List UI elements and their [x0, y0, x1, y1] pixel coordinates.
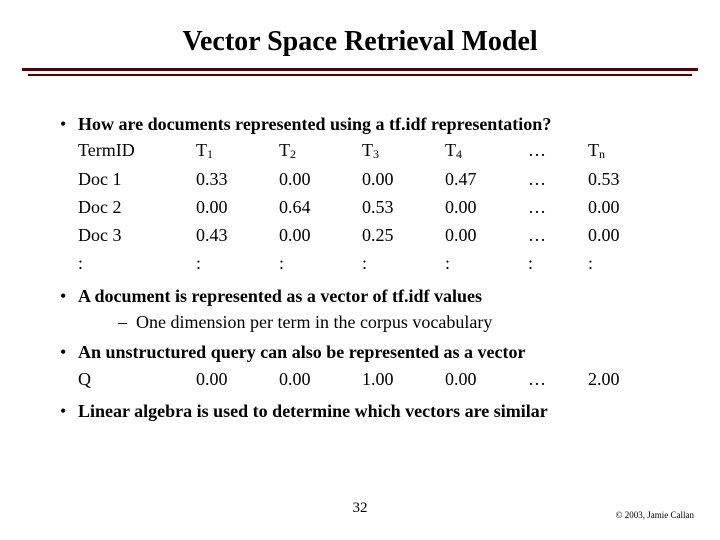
row-label: Doc 1: [78, 165, 196, 193]
bullet-1: • How are documents represented using a …: [60, 112, 680, 136]
header-t2: T2: [279, 136, 362, 164]
cell: :: [588, 249, 648, 277]
cell: 0.00: [445, 193, 528, 221]
bullet-icon: •: [60, 399, 78, 423]
page-number: 32: [0, 500, 720, 517]
bullet-icon: •: [60, 340, 78, 364]
header-t3: T3: [362, 136, 445, 164]
header-t1: T1: [196, 136, 279, 164]
cell: 0.00: [279, 221, 362, 249]
row-label: Doc 2: [78, 193, 196, 221]
cell: 0.00: [279, 165, 362, 193]
header-t4: T4: [445, 136, 528, 164]
cell: 0.00: [588, 193, 648, 221]
cell-dots: …: [528, 193, 588, 221]
cell: 0.00: [196, 365, 279, 393]
bullet-4-text: Linear algebra is used to determine whic…: [78, 399, 680, 423]
cell: 0.43: [196, 221, 279, 249]
cell: 0.00: [196, 193, 279, 221]
query-label: Q: [78, 365, 196, 393]
bullet-2-text: A document is represented as a vector of…: [78, 284, 680, 308]
t2-sub: 2: [290, 147, 296, 161]
header-tn: Tn: [588, 136, 648, 164]
cell-dots: …: [528, 365, 588, 393]
tn-sub: n: [599, 147, 605, 161]
cell: 0.64: [279, 193, 362, 221]
row-label: :: [78, 249, 196, 277]
bullet-2-sub-text: One dimension per term in the corpus voc…: [136, 312, 492, 332]
table-row: Doc 2 0.00 0.64 0.53 0.00 … 0.00: [78, 193, 680, 221]
slide: Vector Space Retrieval Model • How are d…: [0, 0, 720, 540]
cell: 0.53: [588, 165, 648, 193]
bullet-icon: •: [60, 284, 78, 308]
t3-base: T: [362, 140, 373, 160]
footer: 32 © 2003, Jamie Callan: [0, 500, 720, 520]
dash-icon: –: [118, 310, 136, 334]
bullet-3: • An unstructured query can also be repr…: [60, 340, 680, 364]
cell: 0.00: [279, 365, 362, 393]
cell-dots: …: [528, 165, 588, 193]
cell-dots: :: [528, 249, 588, 277]
rule-thick: [22, 68, 698, 71]
slide-title: Vector Space Retrieval Model: [0, 0, 720, 68]
t1-sub: 1: [207, 147, 213, 161]
cell: 0.00: [445, 365, 528, 393]
t2-base: T: [279, 140, 290, 160]
bullet-1-text: How are documents represented using a tf…: [78, 112, 680, 136]
content-area: • How are documents represented using a …: [0, 76, 720, 423]
header-dots: …: [528, 136, 588, 164]
cell: 0.00: [445, 221, 528, 249]
tn-base: T: [588, 140, 599, 160]
bullet-2-sub: –One dimension per term in the corpus vo…: [60, 310, 680, 334]
t3-sub: 3: [373, 147, 379, 161]
cell: 0.00: [362, 165, 445, 193]
cell: 0.33: [196, 165, 279, 193]
title-rule: [0, 68, 720, 76]
bullet-icon: •: [60, 112, 78, 136]
query-row: Q 0.00 0.00 1.00 0.00 … 2.00: [78, 365, 680, 393]
table-header-row: TermID T1 T2 T3 T4 … Tn: [78, 136, 680, 164]
cell: :: [445, 249, 528, 277]
cell: 2.00: [588, 365, 648, 393]
cell: 0.47: [445, 165, 528, 193]
table-row: Doc 3 0.43 0.00 0.25 0.00 … 0.00: [78, 221, 680, 249]
cell: 0.25: [362, 221, 445, 249]
cell: 0.00: [588, 221, 648, 249]
table-row: Doc 1 0.33 0.00 0.00 0.47 … 0.53: [78, 165, 680, 193]
t4-sub: 4: [456, 147, 462, 161]
cell: :: [196, 249, 279, 277]
bullet-3-text: An unstructured query can also be repres…: [78, 340, 680, 364]
table-row: : : : : : : :: [78, 249, 680, 277]
t4-base: T: [445, 140, 456, 160]
query-row-wrap: Q 0.00 0.00 1.00 0.00 … 2.00: [60, 365, 680, 393]
bullet-2: • A document is represented as a vector …: [60, 284, 680, 308]
t1-base: T: [196, 140, 207, 160]
copyright: © 2003, Jamie Callan: [616, 510, 694, 520]
cell: 0.53: [362, 193, 445, 221]
cell-dots: …: [528, 221, 588, 249]
tfidf-table: TermID T1 T2 T3 T4 … Tn Doc 1 0.33 0.00 …: [60, 136, 680, 277]
cell: 1.00: [362, 365, 445, 393]
cell: :: [362, 249, 445, 277]
row-label: Doc 3: [78, 221, 196, 249]
header-label: TermID: [78, 136, 196, 164]
cell: :: [279, 249, 362, 277]
bullet-4: • Linear algebra is used to determine wh…: [60, 399, 680, 423]
